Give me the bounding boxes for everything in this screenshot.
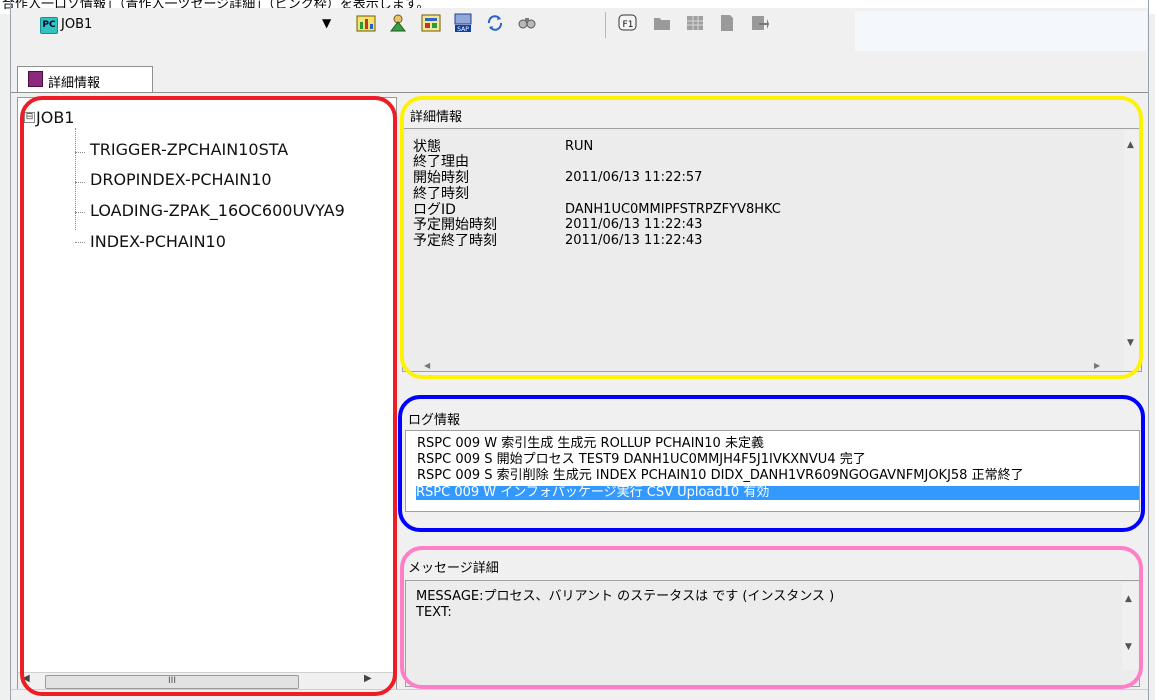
grid-icon[interactable] <box>684 13 706 35</box>
tab-detail-info[interactable]: 詳細情報 <box>17 66 153 93</box>
tab-baseline <box>11 92 1148 93</box>
report-icon[interactable] <box>420 13 442 35</box>
job-select[interactable]: PC JOB1 ▼ <box>34 11 344 39</box>
highlight-detail-frame <box>400 96 1143 379</box>
document-icon[interactable] <box>716 13 738 35</box>
highlight-tree-frame <box>20 96 397 696</box>
window-left-border <box>10 0 11 700</box>
dropdown-arrow-icon[interactable]: ▼ <box>322 16 331 30</box>
job-select-value: JOB1 <box>61 17 93 32</box>
svg-text:F1: F1 <box>623 20 634 30</box>
toolbar-separator <box>605 12 606 38</box>
svg-text:SAP: SAP <box>457 26 469 33</box>
folder-icon[interactable] <box>651 13 673 35</box>
wizard-icon[interactable] <box>387 13 409 35</box>
highlight-log-frame <box>398 395 1145 532</box>
stats-icon[interactable] <box>355 13 377 35</box>
export-icon[interactable] <box>748 13 770 35</box>
tab-label: 詳細情報 <box>48 76 101 91</box>
notebook-icon <box>28 71 43 87</box>
f1-help-icon[interactable]: F1 <box>617 13 639 35</box>
refresh-icon[interactable] <box>484 13 506 35</box>
toolbar-empty-area <box>855 11 1147 51</box>
window-right-border <box>1148 0 1149 700</box>
sap-icon[interactable]: SAP <box>452 13 474 35</box>
find-icon[interactable] <box>516 13 538 35</box>
pc-chain-icon: PC <box>40 17 58 34</box>
highlight-message-frame <box>400 546 1143 689</box>
